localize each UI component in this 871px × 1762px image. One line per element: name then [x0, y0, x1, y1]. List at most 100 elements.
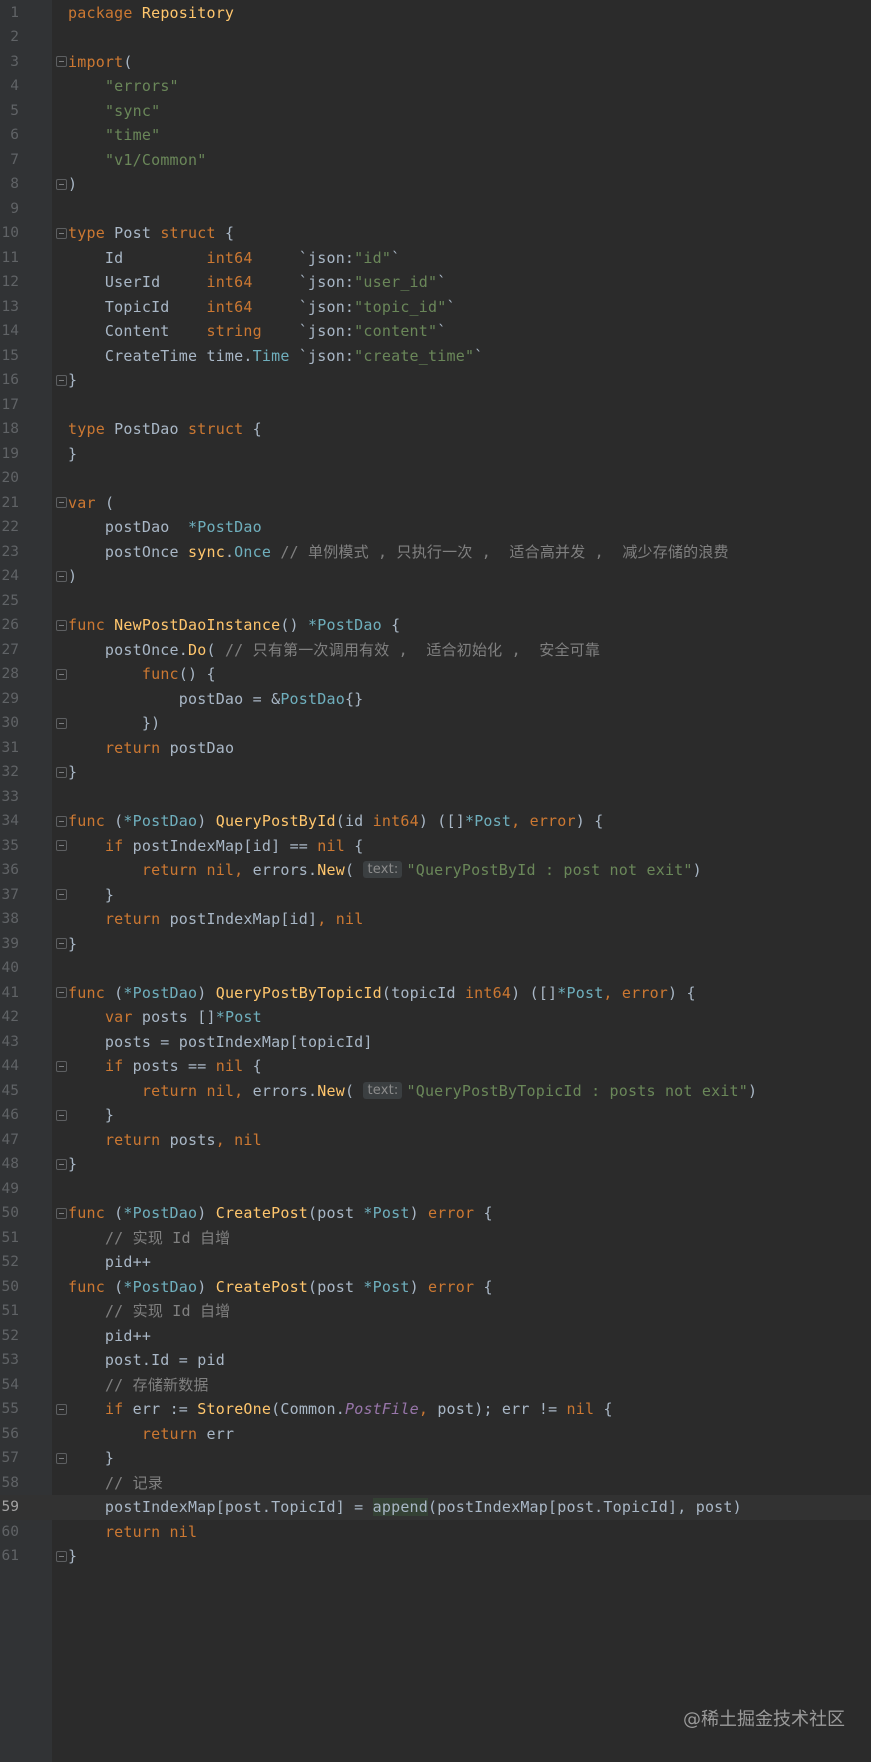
code-text[interactable]: // 实现 Id 自增 [68, 1226, 230, 1251]
code-line[interactable]: 35 if postIndexMap[id] == nil { [0, 834, 871, 859]
code-text[interactable]: posts = postIndexMap[topicId] [68, 1030, 373, 1055]
fold-end-icon[interactable] [56, 1550, 67, 1562]
code-text[interactable]: }) [68, 711, 160, 736]
code-line[interactable]: 46 } [0, 1103, 871, 1128]
code-line[interactable]: 57 } [0, 1446, 871, 1471]
code-line[interactable]: 13 TopicId int64 `json:"topic_id"` [0, 295, 871, 320]
code-line[interactable]: 56 return err [0, 1422, 871, 1447]
fold-expanded-icon[interactable] [56, 227, 67, 239]
code-text[interactable]: "time" [68, 123, 160, 148]
code-text[interactable]: var ( [68, 491, 114, 516]
code-text[interactable]: } [68, 1544, 77, 1569]
code-text[interactable]: var posts []*Post [68, 1005, 262, 1030]
code-line[interactable]: 44 if posts == nil { [0, 1054, 871, 1079]
code-line[interactable]: 28 func() { [0, 662, 871, 687]
code-line[interactable]: 5 "sync" [0, 99, 871, 124]
fold-expanded-icon[interactable] [56, 1207, 67, 1219]
code-line[interactable]: 41 func (*PostDao) QueryPostByTopicId(top… [0, 981, 871, 1006]
fold-expanded-icon[interactable] [56, 815, 67, 827]
code-text[interactable]: postOnce sync.Once // 单例模式 , 只执行一次 , 适合高… [68, 540, 729, 565]
fold-end-icon[interactable] [56, 1158, 67, 1170]
code-line[interactable]: 27 postOnce.Do( // 只有第一次调用有效 , 适合初始化 , 安… [0, 638, 871, 663]
code-line[interactable]: 10 type Post struct { [0, 221, 871, 246]
code-line[interactable]: 49 [0, 1177, 871, 1202]
code-line[interactable]: 29 postDao = &PostDao{} [0, 687, 871, 712]
code-line[interactable]: 18 type PostDao struct { [0, 417, 871, 442]
code-text[interactable]: "sync" [68, 99, 160, 124]
code-editor[interactable]: 1 package Repository 2 3 import(4 "errors" 5 … [0, 0, 871, 1762]
code-line[interactable]: 7 "v1/Common" [0, 148, 871, 173]
fold-end-icon[interactable] [56, 766, 67, 778]
code-text[interactable]: } [68, 932, 77, 957]
fold-end-icon[interactable] [56, 717, 67, 729]
code-text[interactable]: func (*PostDao) QueryPostById(id int64) … [68, 809, 603, 834]
fold-expanded-icon[interactable] [56, 619, 67, 631]
code-text[interactable]: return err [68, 1422, 234, 1447]
code-line[interactable]: 33 [0, 785, 871, 810]
fold-expanded-icon[interactable] [56, 840, 67, 852]
code-text[interactable]: "errors" [68, 74, 179, 99]
code-line[interactable]: 31 return postDao [0, 736, 871, 761]
code-text[interactable]: } [68, 1446, 114, 1471]
fold-end-icon[interactable] [56, 570, 67, 582]
code-line[interactable]: 60 return nil [0, 1520, 871, 1545]
code-line[interactable]: 52 pid++ [0, 1250, 871, 1275]
code-line[interactable]: 16} [0, 368, 871, 393]
code-line[interactable]: 34 func (*PostDao) QueryPostById(id int64… [0, 809, 871, 834]
code-text[interactable]: func() { [68, 662, 216, 687]
code-text[interactable]: postDao = &PostDao{} [68, 687, 363, 712]
code-line[interactable]: 59 postIndexMap[post.TopicId] = append(p… [0, 1495, 871, 1520]
code-text[interactable]: type PostDao struct { [68, 417, 262, 442]
code-line[interactable]: 38 return postIndexMap[id], nil [0, 907, 871, 932]
code-line[interactable]: 42 var posts []*Post [0, 1005, 871, 1030]
code-text[interactable]: if posts == nil { [68, 1054, 262, 1079]
code-line[interactable]: 21 var ( [0, 491, 871, 516]
code-text[interactable]: Id int64 `json:"id"` [68, 246, 400, 271]
code-text[interactable]: if err := StoreOne(Common.PostFile, post… [68, 1397, 613, 1422]
code-text[interactable]: return nil, errors.New( text: "QueryPostB… [68, 858, 702, 883]
code-text[interactable]: // 实现 Id 自增 [68, 1299, 230, 1324]
code-line[interactable]: 12 UserId int64 `json:"user_id"` [0, 270, 871, 295]
code-text[interactable]: package Repository [68, 1, 234, 26]
code-line[interactable]: 36 return nil, errors.New( text: "QueryPo… [0, 858, 871, 883]
code-line[interactable]: 19} [0, 442, 871, 467]
code-text[interactable]: postDao *PostDao [68, 515, 262, 540]
code-text[interactable]: } [68, 883, 114, 908]
code-line[interactable]: 40 [0, 956, 871, 981]
code-line[interactable]: 11 Id int64 `json:"id"` [0, 246, 871, 271]
code-text[interactable]: return nil, errors.New( text: "QueryPostB… [68, 1079, 757, 1104]
code-line[interactable]: 3 import( [0, 50, 871, 75]
code-line[interactable]: 55 if err := StoreOne(Common.PostFile, p… [0, 1397, 871, 1422]
code-text[interactable]: func (*PostDao) CreatePost(post *Post) e… [68, 1278, 493, 1299]
code-text[interactable]: type Post struct { [68, 221, 234, 246]
code-line[interactable]: 2 [0, 25, 871, 50]
code-text[interactable]: return postIndexMap[id], nil [68, 907, 363, 932]
code-line[interactable]: 48} [0, 1152, 871, 1177]
code-text[interactable]: CreateTime time.Time `json:"create_time"… [68, 344, 483, 369]
code-text[interactable]: UserId int64 `json:"user_id"` [68, 270, 446, 295]
code-text[interactable]: } [68, 442, 77, 467]
fold-expanded-icon[interactable] [56, 1060, 67, 1072]
fold-expanded-icon[interactable] [56, 668, 67, 680]
code-line[interactable]: 14 Content string `json:"content"` [0, 319, 871, 344]
code-text[interactable]: } [68, 1103, 114, 1128]
code-text[interactable]: } [68, 760, 77, 785]
code-text[interactable]: postIndexMap[post.TopicId] = append(post… [68, 1495, 742, 1520]
code-text[interactable]: return nil [68, 1520, 197, 1545]
fold-expanded-icon[interactable] [56, 497, 67, 509]
code-text[interactable]: TopicId int64 `json:"topic_id"` [68, 295, 456, 320]
code-line[interactable]: 8) [0, 172, 871, 197]
code-line[interactable]: 15 CreateTime time.Time `json:"create_ti… [0, 344, 871, 369]
code-text[interactable]: post.Id = pid [68, 1348, 225, 1373]
code-text[interactable]: pid++ [68, 1324, 151, 1349]
code-text[interactable]: ) [68, 564, 77, 589]
code-line[interactable]: 24) [0, 564, 871, 589]
code-text[interactable]: return posts, nil [68, 1128, 262, 1153]
code-text[interactable]: postOnce.Do( // 只有第一次调用有效 , 适合初始化 , 安全可靠 [68, 638, 600, 663]
code-line[interactable]: 61} [0, 1544, 871, 1569]
code-line[interactable]: 51 // 实现 Id 自增 [0, 1226, 871, 1251]
code-text[interactable]: } [68, 1152, 77, 1177]
code-line[interactable]: 6 "time" [0, 123, 871, 148]
code-text[interactable]: // 存储新数据 [68, 1373, 209, 1398]
code-text[interactable]: func NewPostDaoInstance() *PostDao { [68, 613, 400, 638]
